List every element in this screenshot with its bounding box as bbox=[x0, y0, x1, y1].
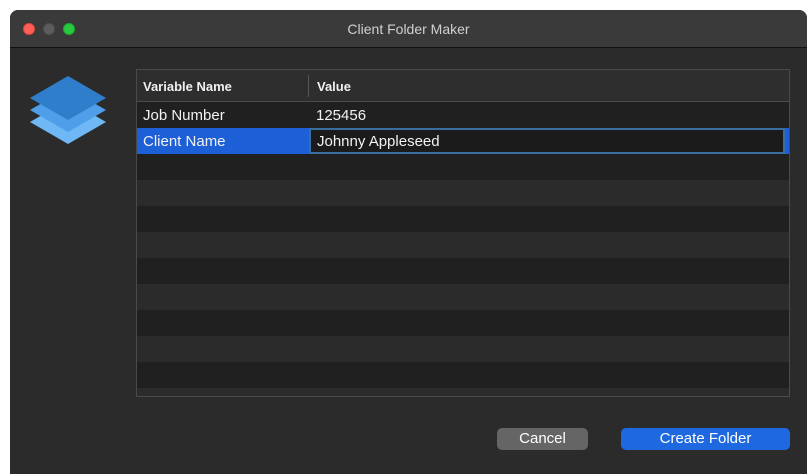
variable-value-cell[interactable]: 125456 bbox=[316, 107, 366, 124]
empty-row bbox=[137, 232, 789, 258]
title-bar[interactable]: Client Folder Maker bbox=[10, 10, 807, 48]
table-row[interactable]: Job Number 125456 bbox=[137, 102, 789, 128]
empty-row bbox=[137, 206, 789, 232]
app-window: Client Folder Maker Variable Name Value … bbox=[10, 10, 807, 474]
table-body: Job Number 125456 Client Name bbox=[137, 102, 789, 396]
empty-row bbox=[137, 154, 789, 180]
variable-name-cell: Client Name bbox=[143, 133, 226, 150]
column-divider[interactable] bbox=[308, 75, 309, 97]
column-header-variable-name[interactable]: Variable Name bbox=[143, 79, 232, 94]
create-folder-button[interactable]: Create Folder bbox=[621, 428, 790, 450]
stacked-layers-icon bbox=[30, 76, 106, 144]
empty-row bbox=[137, 284, 789, 310]
value-edit-field[interactable] bbox=[309, 128, 785, 154]
empty-row bbox=[137, 362, 789, 388]
column-header-value[interactable]: Value bbox=[317, 79, 351, 94]
window-title: Client Folder Maker bbox=[347, 21, 470, 37]
variables-table[interactable]: Variable Name Value Job Number 125456 Cl… bbox=[136, 69, 790, 397]
empty-row bbox=[137, 336, 789, 362]
cancel-button[interactable]: Cancel bbox=[497, 428, 588, 450]
empty-row bbox=[137, 180, 789, 206]
empty-row bbox=[137, 258, 789, 284]
empty-row bbox=[137, 388, 789, 396]
table-header: Variable Name Value bbox=[137, 70, 789, 102]
table-row-selected[interactable]: Client Name bbox=[137, 128, 789, 154]
empty-row bbox=[137, 310, 789, 336]
variable-name-cell: Job Number bbox=[143, 107, 225, 124]
